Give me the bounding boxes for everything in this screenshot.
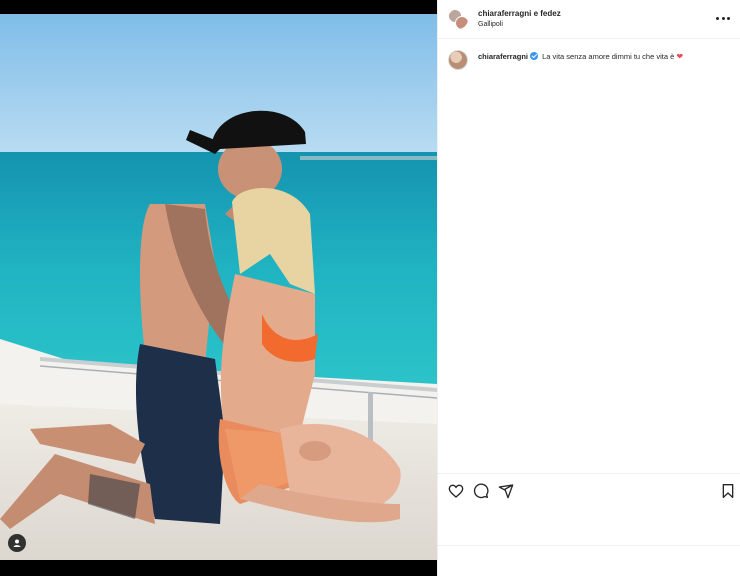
caption-text-line: chiaraferragni La vita senza amore dimmi… bbox=[478, 52, 683, 61]
bookmark-icon[interactable] bbox=[720, 483, 736, 499]
author-avatar[interactable] bbox=[448, 9, 468, 29]
post-location[interactable]: Gallipoli bbox=[478, 21, 503, 28]
caption: chiaraferragni La vita senza amore dimmi… bbox=[438, 47, 740, 73]
caption-avatar[interactable] bbox=[448, 50, 468, 70]
caption-heart-emoji: ❤ bbox=[676, 52, 684, 61]
post-author[interactable]: chiaraferragni e fedez bbox=[478, 9, 561, 18]
action-bar bbox=[438, 473, 740, 507]
comment-area[interactable] bbox=[438, 545, 740, 576]
post-side-panel: chiaraferragni e fedez Gallipoli chiaraf… bbox=[437, 0, 740, 576]
caption-username[interactable]: chiaraferragni bbox=[478, 52, 528, 61]
verified-badge-icon bbox=[530, 52, 539, 60]
user-tag-icon[interactable] bbox=[8, 534, 26, 552]
post-header: chiaraferragni e fedez Gallipoli bbox=[438, 0, 740, 39]
more-options-icon[interactable] bbox=[716, 11, 730, 25]
media-top-bar bbox=[0, 0, 437, 14]
caption-text: La vita senza amore dimmi tu che vita è bbox=[542, 52, 675, 61]
heart-icon[interactable] bbox=[448, 483, 464, 499]
comment-icon[interactable] bbox=[473, 483, 489, 499]
photo-illustration bbox=[0, 14, 437, 560]
media-bottom-bar bbox=[0, 560, 437, 576]
post-photo[interactable] bbox=[0, 14, 437, 560]
share-icon[interactable] bbox=[498, 483, 514, 499]
